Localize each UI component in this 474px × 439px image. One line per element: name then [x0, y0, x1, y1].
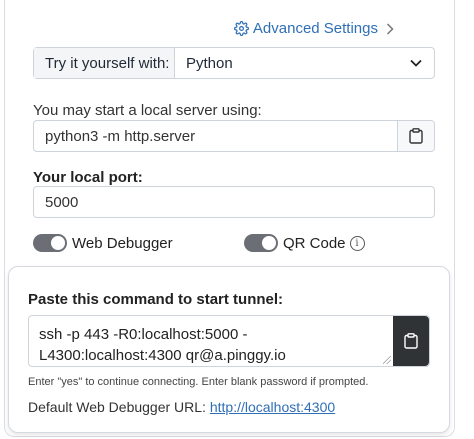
web-debugger-toggle[interactable]: [33, 234, 67, 252]
clipboard-icon: [409, 128, 423, 144]
resize-handle[interactable]: [383, 356, 391, 364]
connection-hint: Enter "yes" to continue connecting. Ente…: [28, 376, 369, 388]
tunnel-title: Paste this command to start tunnel:: [28, 291, 284, 308]
language-select-value: Python: [186, 54, 233, 72]
port-input[interactable]: 5000: [33, 186, 435, 218]
chevron-down-icon: [410, 59, 422, 67]
debugger-url-link[interactable]: http://localhost:4300: [210, 399, 335, 415]
language-selector-group: Try it yourself with: Python: [33, 47, 435, 79]
language-select[interactable]: Python: [175, 48, 434, 78]
gear-icon: [233, 21, 249, 36]
debugger-url-row: Default Web Debugger URL: http://localho…: [28, 399, 335, 415]
server-command-text: python3 -m http.server: [45, 127, 196, 145]
qr-code-toggle[interactable]: [244, 234, 278, 252]
port-value: 5000: [45, 193, 79, 211]
chevron-right-icon: [386, 22, 394, 35]
clipboard-icon: [404, 333, 418, 349]
port-label: Your local port:: [33, 169, 143, 186]
qr-code-label: QR Code: [283, 234, 346, 252]
web-debugger-label: Web Debugger: [72, 234, 173, 252]
advanced-settings-link[interactable]: Advanced Settings: [233, 20, 398, 37]
copy-server-command-button[interactable]: [397, 121, 434, 151]
debugger-url-label: Default Web Debugger URL:: [28, 399, 206, 415]
tunnel-command-textarea[interactable]: ssh -p 443 -R0:localhost:5000 - L4300:lo…: [29, 316, 393, 366]
tunnel-command-line-2: L4300:localhost:4300 qr@a.pinggy.io: [39, 347, 286, 364]
tunnel-command-panel: Paste this command to start tunnel: ssh …: [8, 266, 450, 433]
tunnel-command-line-1: ssh -p 443 -R0:localhost:5000 -: [39, 326, 248, 343]
server-label: You may start a local server using:: [33, 102, 262, 119]
qr-code-toggle-group: QR Code i: [244, 234, 365, 252]
try-label: Try it yourself with:: [34, 48, 175, 78]
server-command-field: python3 -m http.server: [33, 120, 435, 152]
tunnel-command-box: ssh -p 443 -R0:localhost:5000 - L4300:lo…: [28, 315, 430, 367]
web-debugger-toggle-group: Web Debugger: [33, 234, 173, 252]
copy-tunnel-command-button[interactable]: [393, 316, 429, 366]
advanced-settings-label: Advanced Settings: [252, 20, 378, 37]
info-icon[interactable]: i: [349, 235, 365, 251]
